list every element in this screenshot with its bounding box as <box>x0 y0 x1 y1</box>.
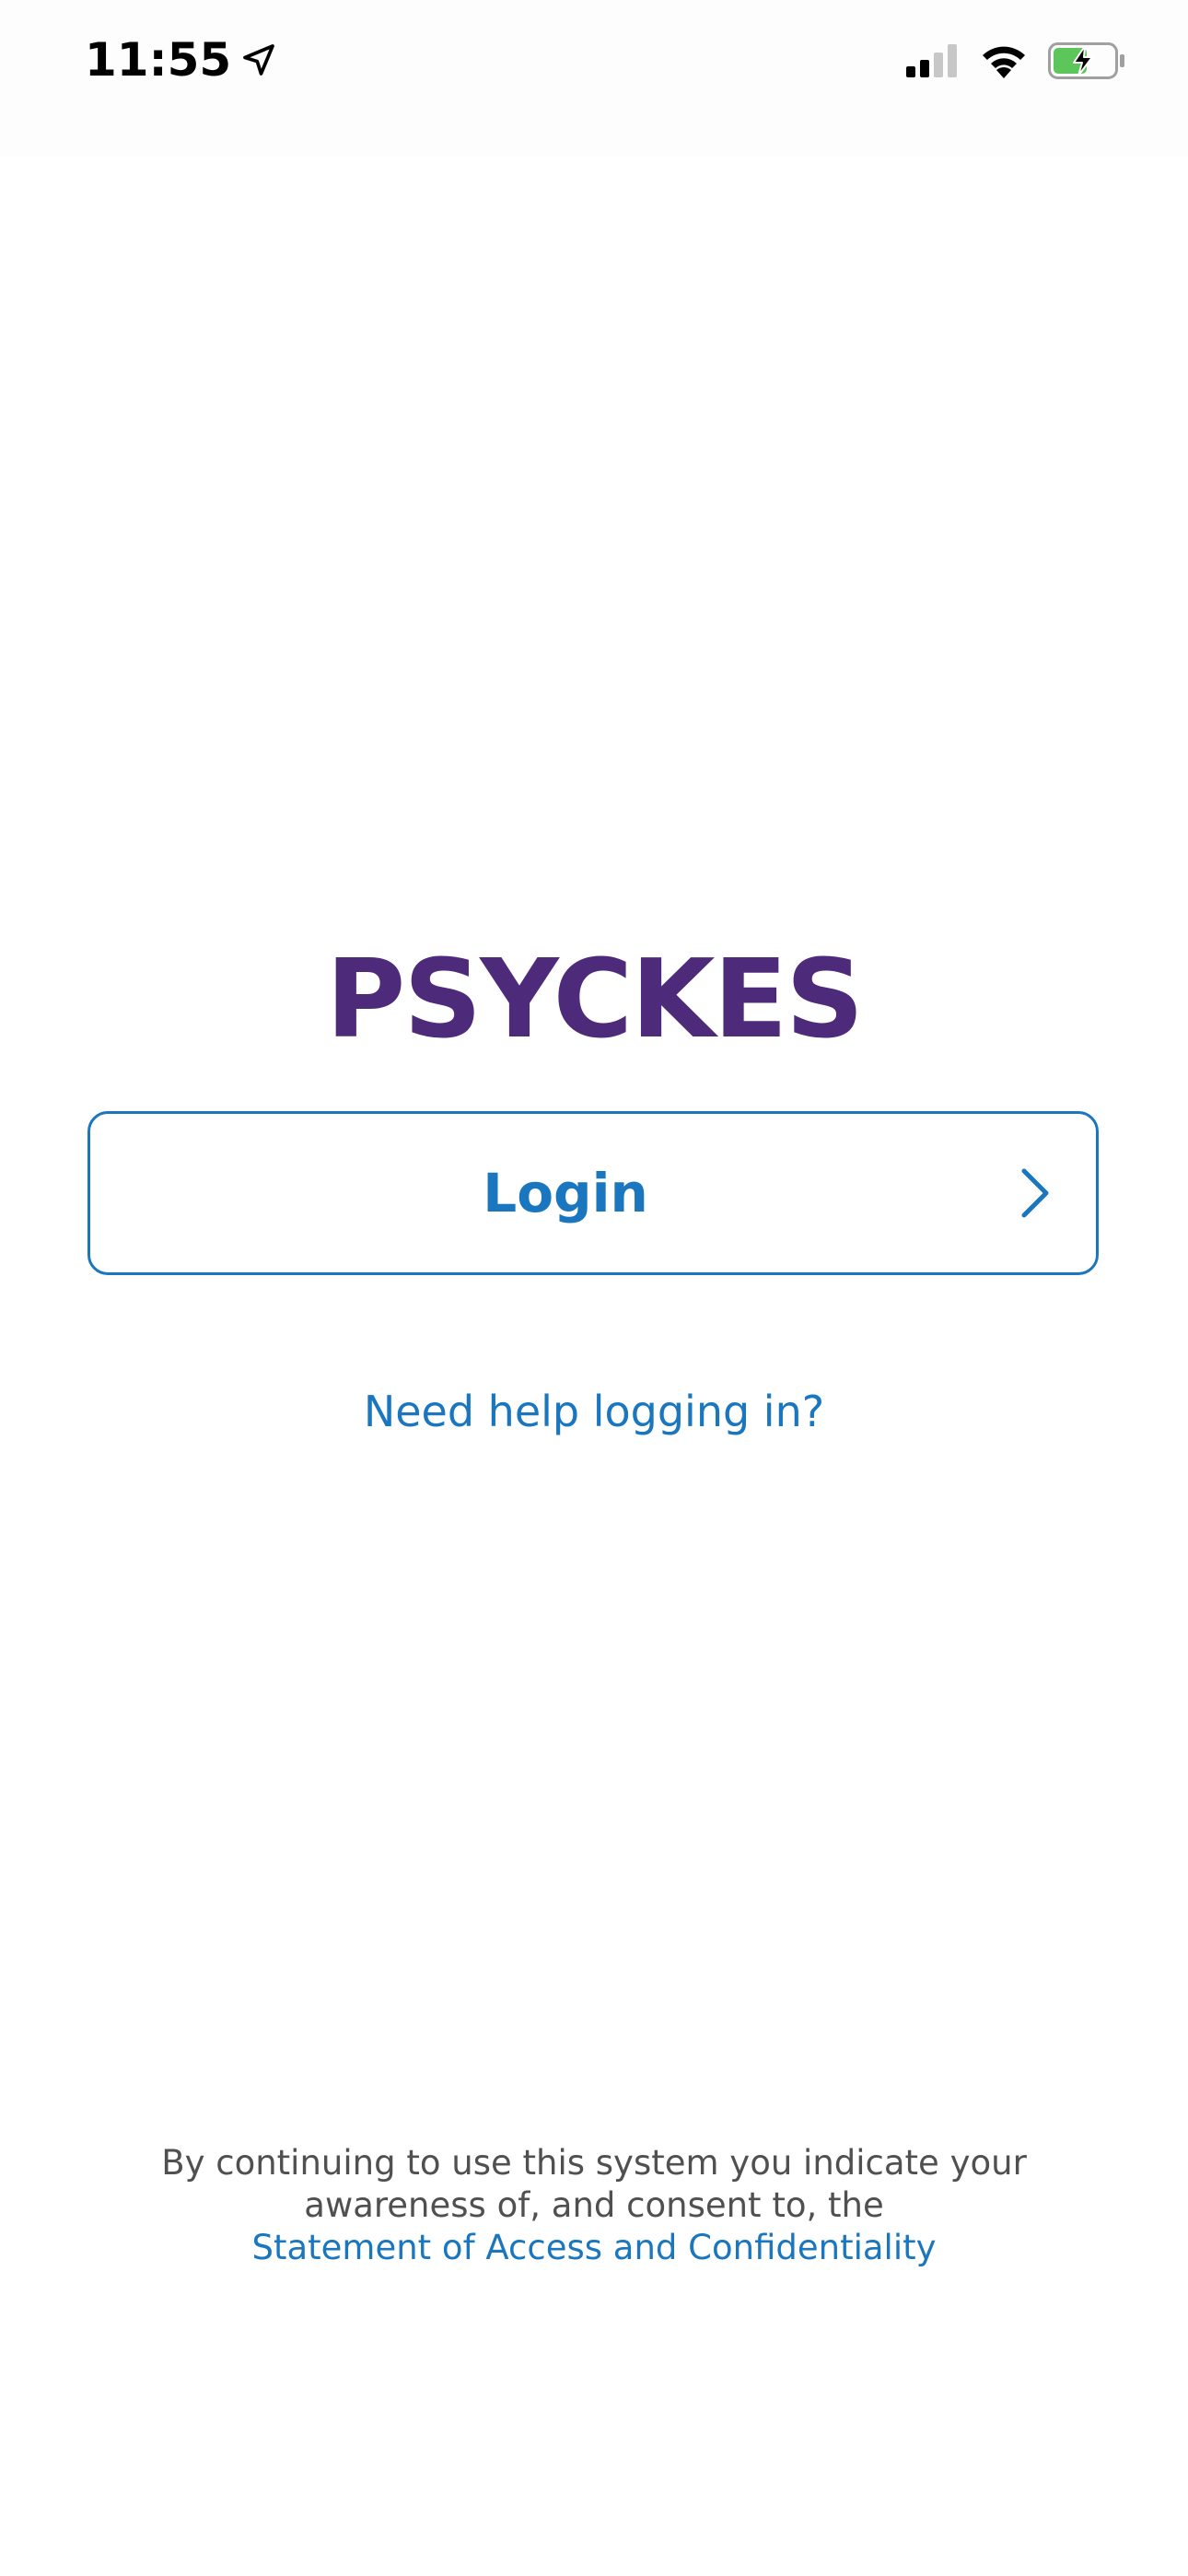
consent-text-line-1: By continuing to use this system you ind… <box>161 2143 1027 2183</box>
location-arrow-icon <box>243 44 274 76</box>
consent-notice: By continuing to use this system you ind… <box>0 2142 1188 2269</box>
status-time: 11:55 <box>85 33 277 87</box>
status-bar: 11:55 <box>0 0 1188 157</box>
statement-of-access-link[interactable]: Statement of Access and Confidentiality <box>0 2227 1188 2269</box>
status-time-text: 11:55 <box>85 33 232 87</box>
chevron-right-icon <box>1021 1168 1049 1218</box>
battery-charging-icon <box>1048 42 1124 79</box>
need-help-link[interactable]: Need help logging in? <box>0 1387 1188 1436</box>
app-title: PSYCKES <box>325 935 864 1062</box>
consent-text-line-2: awareness of, and consent to, the <box>304 2185 884 2225</box>
login-button[interactable]: Login <box>87 1111 1099 1275</box>
wifi-icon <box>983 46 1025 78</box>
login-button-label: Login <box>483 1162 648 1224</box>
cellular-signal-icon <box>906 44 957 77</box>
status-icons <box>906 42 1125 79</box>
